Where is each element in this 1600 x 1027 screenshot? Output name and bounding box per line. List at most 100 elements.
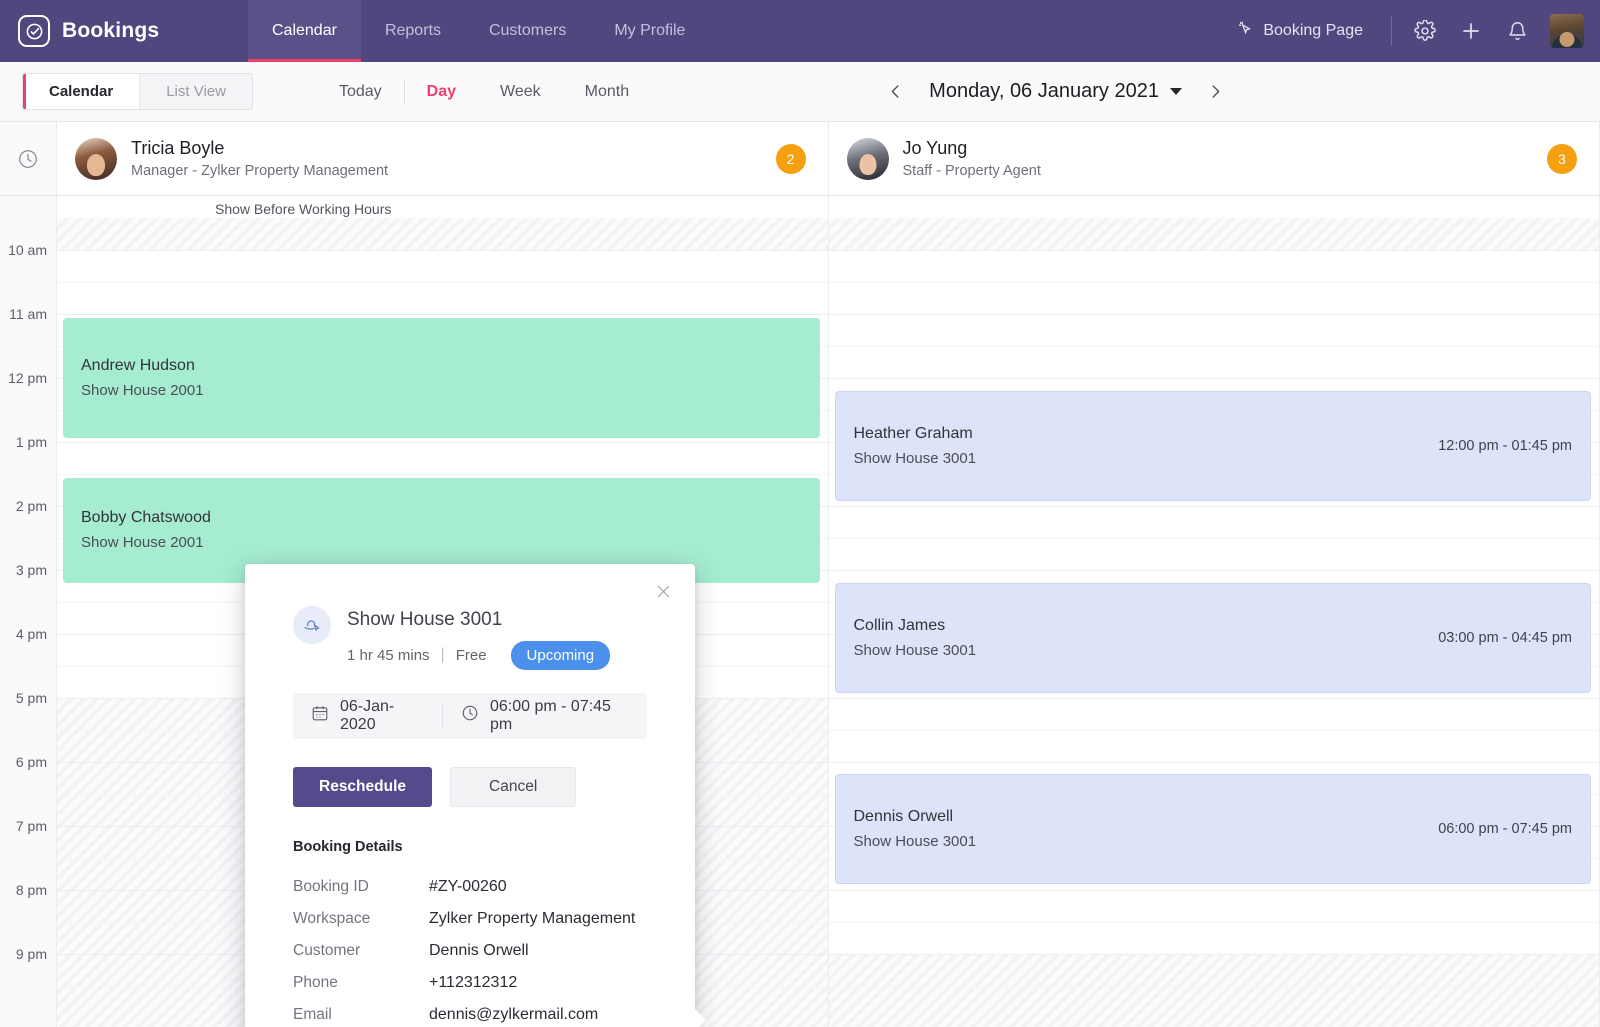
show-before-working-hours-link[interactable]: Show Before Working Hours <box>215 201 391 217</box>
popup-header-text: Show House 3001 1 hr 45 mins | Free Upco… <box>347 606 611 670</box>
time-label: 3 pm <box>15 562 47 578</box>
popup-price: Free <box>455 646 487 664</box>
gear-icon[interactable] <box>1402 8 1448 54</box>
close-icon[interactable] <box>650 578 676 604</box>
top-navigation-bar: Bookings Calendar Reports Customers My P… <box>0 0 1600 62</box>
segment-calendar[interactable]: Calendar <box>23 74 140 109</box>
booking-page-label: Booking Page <box>1263 22 1363 39</box>
avatar <box>75 137 117 180</box>
time-label: 8 pm <box>15 882 47 898</box>
table-row: Email dennis@zylkermail.com <box>293 999 647 1027</box>
time-label: 4 pm <box>15 626 47 642</box>
status-badge[interactable]: Upcoming <box>510 640 611 670</box>
booking-details-heading: Booking Details <box>293 838 403 855</box>
event-service-name: Show House 2001 <box>81 381 204 399</box>
time-label: 9 pm <box>15 946 47 962</box>
detail-value: Dennis Orwell <box>429 941 529 959</box>
event-text: Heather Graham Show House 3001 <box>854 422 1427 470</box>
event-customer-name: Heather Graham <box>853 424 973 442</box>
avatar[interactable] <box>1550 14 1584 48</box>
event-time-range: 12:00 pm - 01:45 pm <box>1438 438 1572 454</box>
booking-page-button[interactable]: Booking Page <box>1219 20 1381 42</box>
time-gutter: 10 am 11 am 12 pm 1 pm 2 pm 3 pm 4 pm 5 … <box>0 196 57 1027</box>
tab-customers[interactable]: Customers <box>465 0 590 62</box>
clock-icon <box>461 704 479 727</box>
view-month[interactable]: Month <box>563 83 651 101</box>
time-label: 11 am <box>9 306 47 322</box>
staff-booking-count-badge[interactable]: 2 <box>775 143 806 174</box>
staff-name: Jo Yung <box>902 138 968 159</box>
clock-icon <box>0 122 57 195</box>
staff-info: Jo Yung Staff - Property Agent <box>903 136 1041 181</box>
detail-value: +112312312 <box>429 973 518 991</box>
staff-booking-count-badge[interactable]: 3 <box>1547 143 1577 174</box>
popup-service-title: Show House 3001 <box>347 609 503 630</box>
range-switch: Today Day Week Month <box>317 80 651 103</box>
popup-meta-separator: | <box>440 646 445 663</box>
staff-role: Manager - Zylker Property Management <box>131 162 389 179</box>
event-service-name: Show House 3001 <box>853 641 977 659</box>
time-label: 1 pm <box>15 434 47 450</box>
calendar-event[interactable]: Dennis Orwell Show House 3001 06:00 pm -… <box>834 774 1591 884</box>
calendar-event[interactable]: Heather Graham Show House 3001 12:00 pm … <box>834 391 1591 501</box>
calendar-event[interactable]: Andrew Hudson Show House 2001 <box>63 318 820 438</box>
event-service-name: Show House 3001 <box>853 832 977 850</box>
event-customer-name: Dennis Orwell <box>853 807 954 825</box>
time-label: 5 pm <box>15 690 47 706</box>
avatar <box>846 137 889 180</box>
tab-my-profile[interactable]: My Profile <box>590 0 709 62</box>
non-working-hours-band <box>828 218 1599 250</box>
tab-calendar[interactable]: Calendar <box>248 0 361 62</box>
event-service-name: Show House 3001 <box>853 449 977 467</box>
hat-cursor-icon <box>293 606 331 644</box>
table-row: Workspace Zylker Property Management <box>293 903 647 935</box>
nav-tabs: Calendar Reports Customers My Profile <box>248 0 709 62</box>
nav-divider <box>1391 16 1392 46</box>
clock-check-icon <box>18 15 50 47</box>
time-label: 2 pm <box>15 498 47 514</box>
calendar-event[interactable]: Collin James Show House 3001 03:00 pm - … <box>834 583 1591 693</box>
popup-duration: 1 hr 45 mins <box>347 646 430 664</box>
detail-key: Booking ID <box>293 877 369 895</box>
view-day[interactable]: Day <box>405 83 478 101</box>
view-week[interactable]: Week <box>478 83 563 101</box>
non-working-hours-band <box>828 955 1599 1027</box>
popup-datetime-bar: 06-Jan-2020 06:00 pm - 07:45 pm <box>293 692 647 739</box>
staff-column-header-jo-yung[interactable]: Jo Yung Staff - Property Agent 3 <box>829 122 1600 195</box>
event-text: Andrew Hudson Show House 2001 <box>81 354 802 402</box>
chevron-down-icon <box>1169 88 1182 95</box>
reschedule-button[interactable]: Reschedule <box>293 766 433 807</box>
tab-reports[interactable]: Reports <box>361 0 465 62</box>
event-time-range: 03:00 pm - 04:45 pm <box>1438 630 1572 646</box>
segment-list-view[interactable]: List View <box>139 74 252 109</box>
detail-key: Workspace <box>293 909 371 927</box>
popup-date-cell: 06-Jan-2020 <box>293 698 442 734</box>
cancel-button[interactable]: Cancel <box>450 766 577 807</box>
staff-info: Tricia Boyle Manager - Zylker Property M… <box>131 136 388 181</box>
event-time-range: 06:00 pm - 07:45 pm <box>1438 821 1572 837</box>
plus-icon[interactable] <box>1448 8 1494 54</box>
time-label: 6 pm <box>15 754 47 770</box>
current-date-dropdown[interactable]: Monday, 06 January 2021 <box>929 80 1182 103</box>
bell-icon[interactable] <box>1494 8 1540 54</box>
calendar-column-jo-yung[interactable]: Heather Graham Show House 3001 12:00 pm … <box>828 196 1600 1027</box>
time-label: 10 am <box>8 242 47 258</box>
popup-action-buttons: Reschedule Cancel <box>293 766 647 807</box>
popup-time-cell: 06:00 pm - 07:45 pm <box>443 698 647 734</box>
event-text: Collin James Show House 3001 <box>854 614 1427 662</box>
date-navigator: Monday, 06 January 2021 <box>877 74 1234 110</box>
view-mode-segment: Calendar List View <box>22 73 253 110</box>
popup-time-range: 06:00 pm - 07:45 pm <box>489 697 611 733</box>
table-row: Booking ID #ZY-00260 <box>293 871 647 903</box>
chevron-right-icon[interactable] <box>1198 74 1234 110</box>
view-today[interactable]: Today <box>317 83 404 101</box>
brand-name: Bookings <box>62 19 160 42</box>
chevron-left-icon[interactable] <box>877 74 913 110</box>
calendar-toolbar: Calendar List View Today Day Week Month … <box>0 62 1600 122</box>
non-working-hours-band <box>57 218 828 250</box>
popup-meta: 1 hr 45 mins | Free Upcoming <box>347 640 611 670</box>
event-text: Bobby Chatswood Show House 2001 <box>81 506 802 554</box>
staff-column-header-tricia-boyle[interactable]: Tricia Boyle Manager - Zylker Property M… <box>57 122 829 195</box>
staff-name: Tricia Boyle <box>131 138 225 159</box>
calendar-grid: 10 am 11 am 12 pm 1 pm 2 pm 3 pm 4 pm 5 … <box>0 196 1600 1027</box>
